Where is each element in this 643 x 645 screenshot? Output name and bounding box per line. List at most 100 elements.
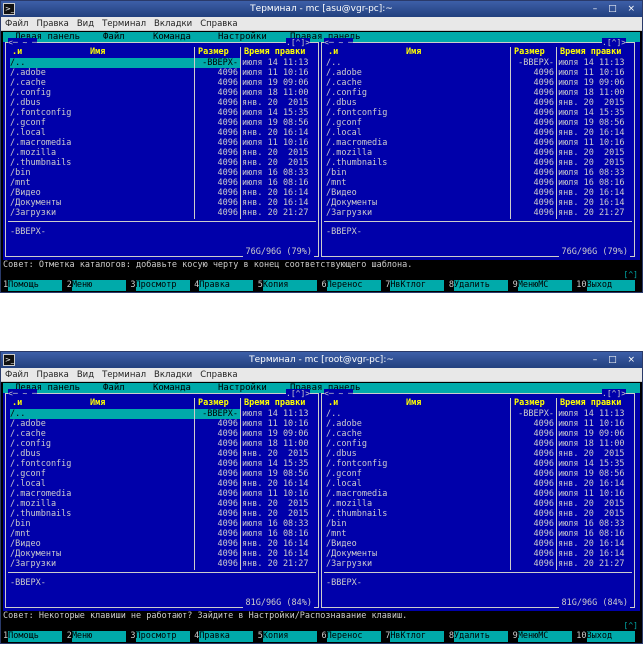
file-name[interactable]: /.fontconfig <box>10 459 194 469</box>
file-name[interactable]: /.macromedia <box>10 489 194 499</box>
panel-corner-controls[interactable]: .[^]> <box>286 389 311 398</box>
file-name[interactable]: /.mozilla <box>326 148 510 158</box>
column-header-time[interactable]: Время правки <box>560 47 621 57</box>
panel-corner-controls[interactable]: .[^]> <box>602 389 627 398</box>
column-header-time[interactable]: Время правки <box>560 398 621 408</box>
file-name[interactable]: /.fontconfig <box>326 459 510 469</box>
column-header-time[interactable]: Время правки <box>244 47 305 57</box>
file-name[interactable]: /Видео <box>10 188 194 198</box>
column-header-name[interactable]: Имя <box>406 47 421 57</box>
app-menu-item[interactable]: Терминал <box>102 370 146 380</box>
column-header-size[interactable]: Размер <box>514 398 545 408</box>
app-menu-item[interactable]: Правка <box>36 19 68 29</box>
fkey-button-1[interactable]: 1Помощь <box>3 280 63 291</box>
panel-path-marker[interactable]: <─ ~ ─ <box>8 38 37 47</box>
column-header-sort[interactable]: .и <box>12 47 22 57</box>
mc-menu-item[interactable]: Настройки <box>218 32 267 42</box>
file-name[interactable]: /.local <box>10 128 194 138</box>
file-name[interactable]: /.thumbnails <box>326 509 510 519</box>
file-name[interactable]: /Загрузки <box>326 559 510 569</box>
file-name[interactable]: /bin <box>326 168 510 178</box>
file-name[interactable]: /.config <box>10 88 194 98</box>
file-name[interactable]: /mnt <box>326 178 510 188</box>
history-caret-button[interactable]: [^] <box>624 621 638 631</box>
fkey-button-7[interactable]: 7НвКтлог <box>385 631 445 642</box>
app-menu-item[interactable]: Правка <box>36 370 68 380</box>
app-menu-item[interactable]: Файл <box>5 19 28 29</box>
mc-menu-item[interactable]: Команда <box>153 383 191 393</box>
file-name[interactable]: /.gconf <box>326 118 510 128</box>
file-name[interactable]: /.local <box>326 479 510 489</box>
history-caret-button[interactable]: [^] <box>624 270 638 280</box>
file-name[interactable]: /Документы <box>10 549 194 559</box>
column-header-name[interactable]: Имя <box>406 398 421 408</box>
column-header-sort[interactable]: .и <box>328 47 338 57</box>
file-name[interactable]: /.. <box>10 58 194 68</box>
file-name[interactable]: /.config <box>326 88 510 98</box>
fkey-button-10[interactable]: 10Выход <box>576 631 635 642</box>
left-panel[interactable]: <─ ~ ─ .[^]> .и Имя Размер Время правки/.. -ВВ… <box>5 38 319 257</box>
file-name[interactable]: /.fontconfig <box>326 108 510 118</box>
fkey-button-3[interactable]: 3Просмотр <box>130 280 190 291</box>
fkey-button-9[interactable]: 9МенюМС <box>512 631 572 642</box>
app-menu-item[interactable]: Вид <box>77 370 94 380</box>
app-menu-item[interactable]: Терминал <box>102 19 146 29</box>
file-name[interactable]: /.cache <box>326 78 510 88</box>
fkey-button-4[interactable]: 4Правка <box>194 631 254 642</box>
fkey-button-8[interactable]: 8Удалить <box>448 280 509 291</box>
file-name[interactable]: /.local <box>10 479 194 489</box>
file-name[interactable]: /.mozilla <box>10 499 194 509</box>
panel-path-marker[interactable]: <─ ~ ─ <box>324 389 353 398</box>
title-bar[interactable]: >_ Терминал - mc [root@vgr-pc]:~ – □ × <box>1 352 642 368</box>
file-name[interactable]: /.cache <box>10 429 194 439</box>
fkey-button-5[interactable]: 5Копия <box>257 631 317 642</box>
file-name[interactable]: /.thumbnails <box>10 158 194 168</box>
file-name[interactable]: /Загрузки <box>326 208 510 218</box>
panel-path-marker[interactable]: <─ ~ ─ <box>8 389 37 398</box>
fkey-button-5[interactable]: 5Копия <box>257 280 317 291</box>
file-name[interactable]: /.gconf <box>10 118 194 128</box>
file-name[interactable]: /.gconf <box>326 469 510 479</box>
panel-corner-controls[interactable]: .[^]> <box>602 38 627 47</box>
file-name[interactable]: /.mozilla <box>10 148 194 158</box>
file-name[interactable]: /.fontconfig <box>10 108 194 118</box>
file-name[interactable]: /.dbus <box>10 98 194 108</box>
column-header-size[interactable]: Размер <box>198 398 229 408</box>
file-name[interactable]: /Документы <box>10 198 194 208</box>
file-name[interactable]: /mnt <box>10 178 194 188</box>
fkey-button-2[interactable]: 2Меню <box>66 631 126 642</box>
column-header-name[interactable]: Имя <box>90 398 105 408</box>
fkey-button-7[interactable]: 7НвКтлог <box>385 280 445 291</box>
file-name[interactable]: /Видео <box>326 539 510 549</box>
fkey-button-2[interactable]: 2Меню <box>66 280 126 291</box>
file-name[interactable]: /mnt <box>326 529 510 539</box>
file-name[interactable]: /Видео <box>10 539 194 549</box>
app-menu-item[interactable]: Вид <box>77 19 94 29</box>
panel-corner-controls[interactable]: .[^]> <box>286 38 311 47</box>
column-header-time[interactable]: Время правки <box>244 398 305 408</box>
app-menu-item[interactable]: Справка <box>200 19 237 29</box>
column-header-size[interactable]: Размер <box>514 47 545 57</box>
file-name[interactable]: /.cache <box>10 78 194 88</box>
file-name[interactable]: /.adobe <box>326 419 510 429</box>
file-name[interactable]: /.adobe <box>326 68 510 78</box>
file-name[interactable]: /Видео <box>326 188 510 198</box>
fkey-button-1[interactable]: 1Помощь <box>3 631 63 642</box>
file-name[interactable]: /.. <box>10 409 194 419</box>
file-name[interactable]: /.mozilla <box>326 499 510 509</box>
file-name[interactable]: /.config <box>326 439 510 449</box>
app-menu-item[interactable]: Вкладки <box>154 19 192 29</box>
file-name[interactable]: /.. <box>326 58 510 68</box>
window-controls[interactable]: – □ × <box>593 352 639 368</box>
file-name[interactable]: /.cache <box>326 429 510 439</box>
right-panel[interactable]: <─ ~ ─ .[^]> .и Имя Размер Время правки /.. -ВВ… <box>321 38 635 257</box>
app-menu-item[interactable]: Вкладки <box>154 370 192 380</box>
file-name[interactable]: /.thumbnails <box>10 509 194 519</box>
left-panel[interactable]: <─ ~ ─ .[^]> .и Имя Размер Время правки/.. -ВВ… <box>5 389 319 608</box>
file-name[interactable]: /.macromedia <box>326 489 510 499</box>
file-name[interactable]: /Документы <box>326 549 510 559</box>
fkey-button-6[interactable]: 6Перенос <box>321 631 381 642</box>
app-menu-item[interactable]: Справка <box>200 370 237 380</box>
file-name[interactable]: /.dbus <box>326 449 510 459</box>
column-header-size[interactable]: Размер <box>198 47 229 57</box>
